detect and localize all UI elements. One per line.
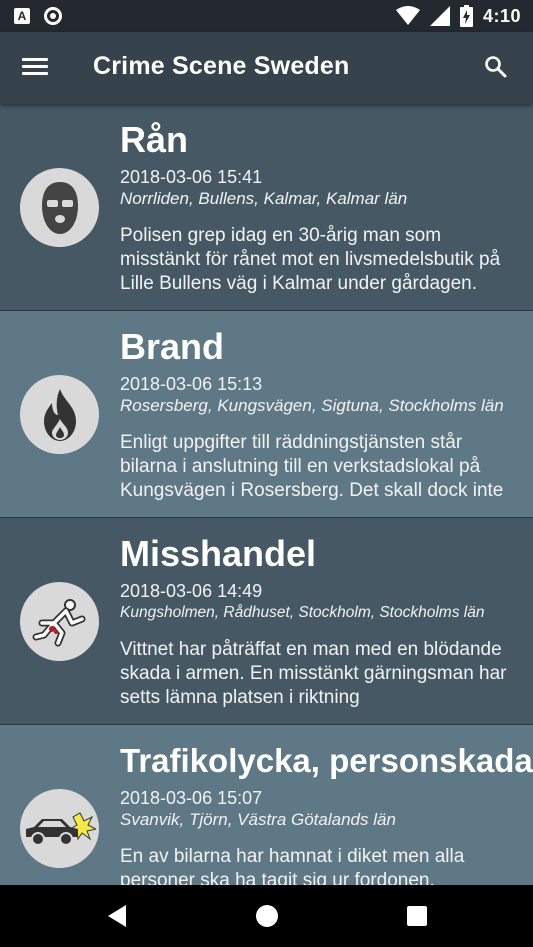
search-icon[interactable] xyxy=(483,54,509,80)
wifi-icon xyxy=(395,6,420,25)
balaclava-mask-icon xyxy=(20,168,99,247)
event-description: Vittnet har påträffat en man med en blöd… xyxy=(120,639,507,708)
back-icon[interactable] xyxy=(108,905,126,927)
event-item-brand[interactable]: Brand 2018-03-06 15:13 Rosersberg, Kungs… xyxy=(0,311,533,518)
event-time: 2018-03-06 15:41 xyxy=(120,167,263,187)
event-title: Trafikolycka, personskada xyxy=(120,742,533,779)
status-bar: A 4:10 xyxy=(0,0,533,32)
event-description: En av bilarna har hamnat i diket men all… xyxy=(120,846,465,885)
event-place: Rosersberg, Kungsvägen, Sigtuna, Stockho… xyxy=(120,396,504,415)
car-crash-icon xyxy=(20,789,99,868)
event-content: Misshandel 2018-03-06 14:49 Kungsholmen,… xyxy=(120,532,523,710)
status-left-icons: A xyxy=(14,7,62,25)
event-title: Misshandel xyxy=(120,533,317,574)
event-place: Svanvik, Tjörn, Västra Götalands län xyxy=(120,810,396,829)
navigation-bar xyxy=(0,885,533,947)
event-content: Trafikolycka, personskada 2018-03-06 15:… xyxy=(120,739,533,885)
event-title: Rån xyxy=(120,119,189,160)
assault-figure-icon xyxy=(20,582,99,661)
signal-icon xyxy=(429,6,450,26)
event-description: Polisen grep idag en 30-årig man som mis… xyxy=(120,225,501,294)
status-time: 4:10 xyxy=(482,5,521,26)
app-bar: Crime Scene Sweden xyxy=(0,32,533,104)
status-right-icons: 4:10 xyxy=(395,5,521,27)
event-time: 2018-03-06 14:49 xyxy=(120,581,263,601)
event-item-trafikolycka[interactable]: Trafikolycka, personskada 2018-03-06 15:… xyxy=(0,725,533,885)
event-description: Enligt uppgifter till räddningstjänsten … xyxy=(120,432,504,501)
event-item-ran[interactable]: Rån 2018-03-06 15:41 Norrliden, Bullens,… xyxy=(0,104,533,311)
event-place: Norrliden, Bullens, Kalmar, Kalmar län xyxy=(120,189,408,208)
event-time: 2018-03-06 15:13 xyxy=(120,374,263,394)
event-item-misshandel[interactable]: Misshandel 2018-03-06 14:49 Kungsholmen,… xyxy=(0,518,533,725)
flame-icon xyxy=(20,375,99,454)
record-icon xyxy=(44,7,62,25)
hamburger-menu-icon[interactable] xyxy=(22,54,50,82)
event-content: Rån 2018-03-06 15:41 Norrliden, Bullens,… xyxy=(120,118,523,296)
event-content: Brand 2018-03-06 15:13 Rosersberg, Kungs… xyxy=(120,325,523,503)
a-notification-icon: A xyxy=(14,8,30,24)
battery-charging-icon xyxy=(459,5,473,27)
event-title: Brand xyxy=(120,326,225,367)
event-place: Kungsholmen, Rådhuset, Stockholm, Stockh… xyxy=(120,604,485,621)
event-time: 2018-03-06 15:07 xyxy=(120,788,263,808)
app-title: Crime Scene Sweden xyxy=(93,52,350,80)
event-list: Rån 2018-03-06 15:41 Norrliden, Bullens,… xyxy=(0,104,533,885)
recents-icon[interactable] xyxy=(407,906,427,926)
home-icon[interactable] xyxy=(256,905,278,927)
